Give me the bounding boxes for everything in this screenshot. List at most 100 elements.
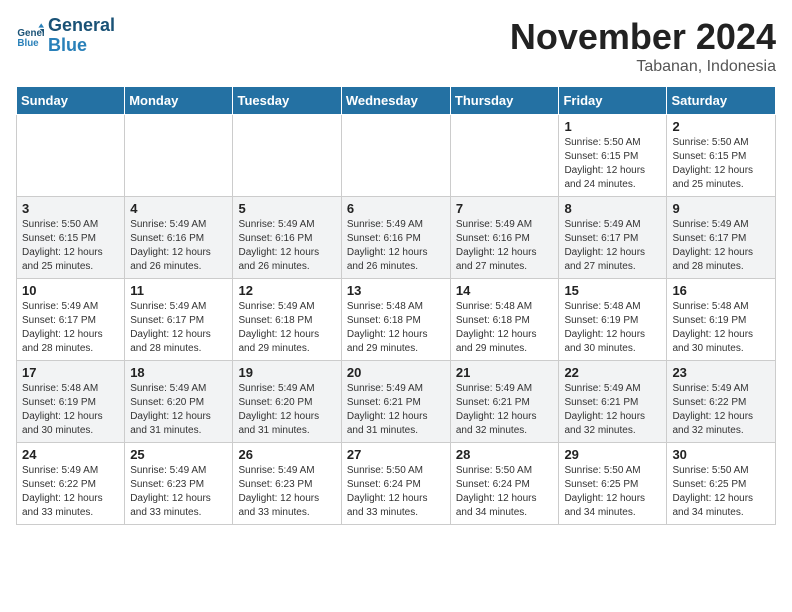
calendar-cell: 13Sunrise: 5:48 AM Sunset: 6:18 PM Dayli… <box>341 279 450 361</box>
day-number: 2 <box>672 119 770 134</box>
calendar-cell <box>17 115 125 197</box>
title-block: November 2024 Tabanan, Indonesia <box>510 16 776 76</box>
day-number: 25 <box>130 447 227 462</box>
calendar-cell: 7 Sunrise: 5:49 AM Sunset: 6:16 PM Daylig… <box>450 197 559 279</box>
day-info: Sunrise: 5:49 AM Sunset: 6:17 PM Dayligh… <box>130 300 227 356</box>
day-info: Sunrise: 5:49 AM Sunset: 6:21 PM Dayligh… <box>564 382 661 438</box>
day-number: 24 <box>22 447 119 462</box>
day-number: 15 <box>564 283 661 298</box>
day-number: 10 <box>22 283 119 298</box>
day-info: Sunrise: 5:49 AM Sunset: 6:17 PM Dayligh… <box>672 218 770 274</box>
day-of-week-header: Tuesday <box>233 87 341 115</box>
location-subtitle: Tabanan, Indonesia <box>510 58 776 76</box>
calendar-week-row: 17 Sunrise: 5:48 AM Sunset: 6:19 PM Dayli… <box>17 361 776 443</box>
day-number: 27 <box>347 447 445 462</box>
day-info: Sunrise: 5:49 AM Sunset: 6:16 PM Dayligh… <box>238 218 335 274</box>
calendar-cell <box>233 115 341 197</box>
day-number: 23 <box>672 365 770 380</box>
day-number: 14 <box>456 283 554 298</box>
calendar-cell <box>341 115 450 197</box>
day-number: 19 <box>238 365 335 380</box>
calendar-cell: 15 Sunrise: 5:48 AM Sunset: 6:19 PM Dayli… <box>559 279 667 361</box>
day-of-week-header: Sunday <box>17 87 125 115</box>
day-info: Sunrise: 5:50 AM Sunset: 6:15 PM Dayligh… <box>564 136 661 192</box>
calendar-week-row: 3 Sunrise: 5:50 AM Sunset: 6:15 PM Daylig… <box>17 197 776 279</box>
calendar-cell: 16 Sunrise: 5:48 AM Sunset: 6:19 PM Dayli… <box>667 279 776 361</box>
day-number: 9 <box>672 201 770 216</box>
calendar-cell: 20Sunrise: 5:49 AM Sunset: 6:21 PM Dayli… <box>341 361 450 443</box>
month-title: November 2024 <box>510 16 776 58</box>
day-info: Sunrise: 5:49 AM Sunset: 6:23 PM Dayligh… <box>238 464 335 520</box>
calendar-cell: 19Sunrise: 5:49 AM Sunset: 6:20 PM Dayli… <box>233 361 341 443</box>
day-number: 30 <box>672 447 770 462</box>
day-number: 16 <box>672 283 770 298</box>
calendar-cell: 22Sunrise: 5:49 AM Sunset: 6:21 PM Dayli… <box>559 361 667 443</box>
day-info: Sunrise: 5:49 AM Sunset: 6:23 PM Dayligh… <box>130 464 227 520</box>
day-info: Sunrise: 5:49 AM Sunset: 6:18 PM Dayligh… <box>238 300 335 356</box>
calendar-cell <box>125 115 233 197</box>
day-number: 17 <box>22 365 119 380</box>
day-of-week-header: Friday <box>559 87 667 115</box>
day-number: 28 <box>456 447 554 462</box>
day-info: Sunrise: 5:50 AM Sunset: 6:24 PM Dayligh… <box>347 464 445 520</box>
calendar-cell: 12 Sunrise: 5:49 AM Sunset: 6:18 PM Dayli… <box>233 279 341 361</box>
day-info: Sunrise: 5:49 AM Sunset: 6:22 PM Dayligh… <box>672 382 770 438</box>
calendar-cell: 18 Sunrise: 5:49 AM Sunset: 6:20 PM Dayli… <box>125 361 233 443</box>
day-number: 21 <box>456 365 554 380</box>
calendar-cell: 24 Sunrise: 5:49 AM Sunset: 6:22 PM Dayli… <box>17 443 125 525</box>
day-number: 12 <box>238 283 335 298</box>
day-info: Sunrise: 5:49 AM Sunset: 6:17 PM Dayligh… <box>22 300 119 356</box>
calendar-cell: 17 Sunrise: 5:48 AM Sunset: 6:19 PM Dayli… <box>17 361 125 443</box>
day-info: Sunrise: 5:49 AM Sunset: 6:17 PM Dayligh… <box>564 218 661 274</box>
day-number: 11 <box>130 283 227 298</box>
day-info: Sunrise: 5:49 AM Sunset: 6:16 PM Dayligh… <box>456 218 554 274</box>
day-number: 3 <box>22 201 119 216</box>
day-number: 26 <box>238 447 335 462</box>
calendar-cell: 14 Sunrise: 5:48 AM Sunset: 6:18 PM Dayli… <box>450 279 559 361</box>
day-info: Sunrise: 5:49 AM Sunset: 6:16 PM Dayligh… <box>347 218 445 274</box>
calendar-cell: 29Sunrise: 5:50 AM Sunset: 6:25 PM Dayli… <box>559 443 667 525</box>
calendar-cell: 26 Sunrise: 5:49 AM Sunset: 6:23 PM Dayli… <box>233 443 341 525</box>
calendar-cell: 10 Sunrise: 5:49 AM Sunset: 6:17 PM Dayli… <box>17 279 125 361</box>
calendar-cell: 21Sunrise: 5:49 AM Sunset: 6:21 PM Dayli… <box>450 361 559 443</box>
calendar-cell: 23 Sunrise: 5:49 AM Sunset: 6:22 PM Dayli… <box>667 361 776 443</box>
calendar-header-row: SundayMondayTuesdayWednesdayThursdayFrid… <box>17 87 776 115</box>
day-number: 18 <box>130 365 227 380</box>
day-of-week-header: Thursday <box>450 87 559 115</box>
day-of-week-header: Monday <box>125 87 233 115</box>
logo: General Blue General Blue <box>16 16 115 56</box>
day-number: 7 <box>456 201 554 216</box>
calendar-cell: 30 Sunrise: 5:50 AM Sunset: 6:25 PM Dayli… <box>667 443 776 525</box>
calendar-cell <box>450 115 559 197</box>
day-info: Sunrise: 5:49 AM Sunset: 6:20 PM Dayligh… <box>130 382 227 438</box>
day-number: 5 <box>238 201 335 216</box>
calendar-cell: 25 Sunrise: 5:49 AM Sunset: 6:23 PM Dayli… <box>125 443 233 525</box>
day-info: Sunrise: 5:48 AM Sunset: 6:19 PM Dayligh… <box>564 300 661 356</box>
day-number: 6 <box>347 201 445 216</box>
svg-text:Blue: Blue <box>17 38 39 49</box>
day-number: 13 <box>347 283 445 298</box>
page-header: General Blue General Blue November 2024 … <box>16 16 776 76</box>
calendar-cell: 2 Sunrise: 5:50 AM Sunset: 6:15 PM Daylig… <box>667 115 776 197</box>
day-info: Sunrise: 5:50 AM Sunset: 6:25 PM Dayligh… <box>672 464 770 520</box>
day-info: Sunrise: 5:48 AM Sunset: 6:18 PM Dayligh… <box>456 300 554 356</box>
calendar-cell: 8Sunrise: 5:49 AM Sunset: 6:17 PM Daylig… <box>559 197 667 279</box>
day-info: Sunrise: 5:50 AM Sunset: 6:15 PM Dayligh… <box>22 218 119 274</box>
calendar-week-row: 1 Sunrise: 5:50 AM Sunset: 6:15 PM Daylig… <box>17 115 776 197</box>
logo-text: General Blue <box>48 16 115 56</box>
day-number: 29 <box>564 447 661 462</box>
day-info: Sunrise: 5:50 AM Sunset: 6:15 PM Dayligh… <box>672 136 770 192</box>
day-number: 4 <box>130 201 227 216</box>
calendar-cell: 11 Sunrise: 5:49 AM Sunset: 6:17 PM Dayli… <box>125 279 233 361</box>
day-info: Sunrise: 5:48 AM Sunset: 6:19 PM Dayligh… <box>22 382 119 438</box>
calendar-cell: 9 Sunrise: 5:49 AM Sunset: 6:17 PM Daylig… <box>667 197 776 279</box>
day-number: 20 <box>347 365 445 380</box>
day-info: Sunrise: 5:48 AM Sunset: 6:19 PM Dayligh… <box>672 300 770 356</box>
calendar-week-row: 24 Sunrise: 5:49 AM Sunset: 6:22 PM Dayli… <box>17 443 776 525</box>
calendar-cell: 28Sunrise: 5:50 AM Sunset: 6:24 PM Dayli… <box>450 443 559 525</box>
day-number: 1 <box>564 119 661 134</box>
day-info: Sunrise: 5:49 AM Sunset: 6:22 PM Dayligh… <box>22 464 119 520</box>
calendar-cell: 1 Sunrise: 5:50 AM Sunset: 6:15 PM Daylig… <box>559 115 667 197</box>
logo-icon: General Blue <box>16 22 44 50</box>
day-of-week-header: Wednesday <box>341 87 450 115</box>
